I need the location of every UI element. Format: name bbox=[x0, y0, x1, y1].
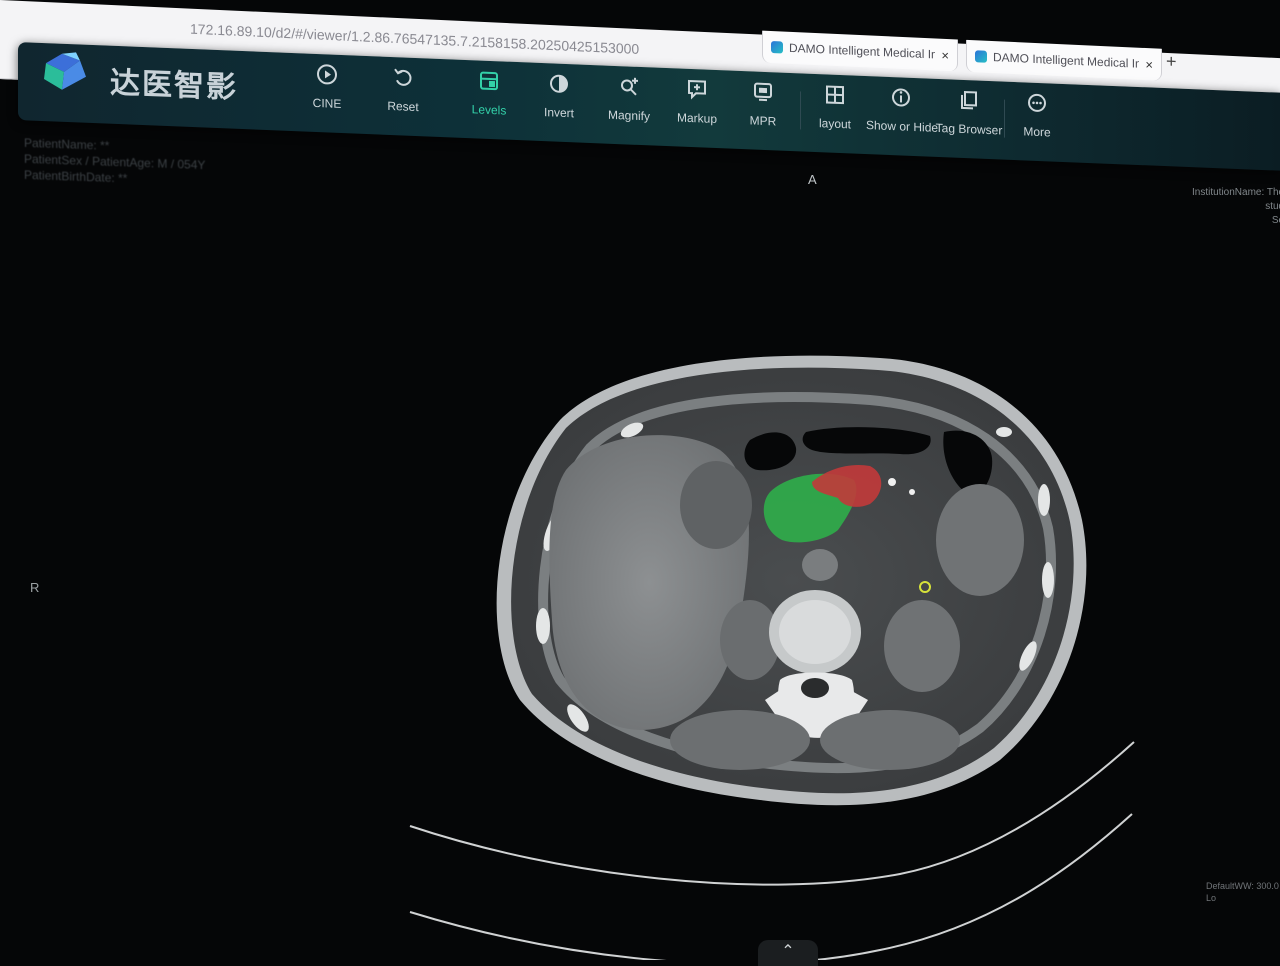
window-location: Lo bbox=[1206, 892, 1279, 904]
window-width: DefaultWW: 300.0 bbox=[1206, 880, 1279, 892]
study-info: stud bbox=[1192, 200, 1280, 214]
institution-name: InstitutionName: The bbox=[1192, 186, 1280, 200]
expand-panel-button[interactable]: ⌃ bbox=[758, 940, 818, 966]
ct-scan-slice bbox=[497, 356, 1087, 806]
institution-info-overlay: InstitutionName: The stud Se bbox=[1192, 186, 1280, 228]
orientation-marker-left: R bbox=[30, 580, 39, 596]
series-info: Se bbox=[1192, 214, 1280, 228]
chevron-up-icon: ⌃ bbox=[781, 943, 794, 960]
window-level-overlay: DefaultWW: 300.0 Lo bbox=[1206, 880, 1279, 904]
orientation-marker-top: A bbox=[808, 172, 817, 188]
patient-info-overlay: PatientName: ** PatientSex / PatientAge:… bbox=[24, 135, 205, 189]
